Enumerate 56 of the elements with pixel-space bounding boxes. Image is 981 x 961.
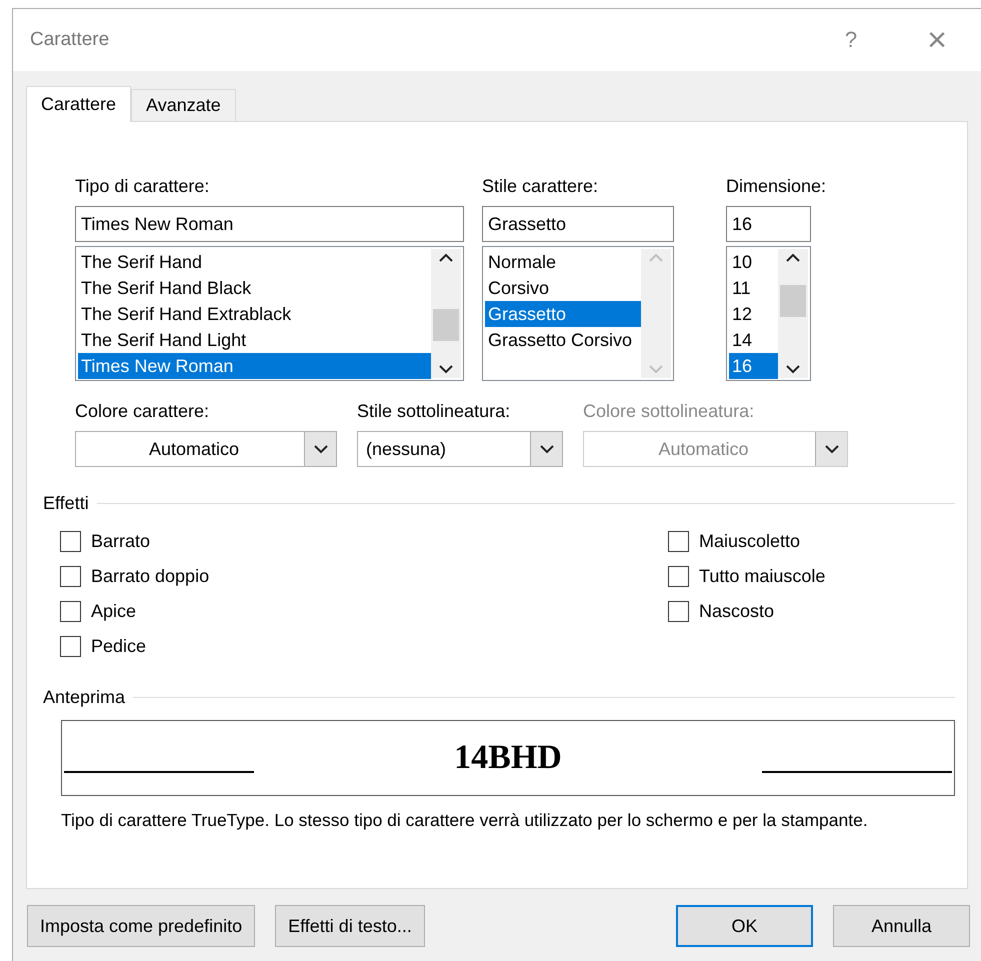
- field-label: Stile carattere:: [482, 176, 598, 198]
- field-label: Colore sottolineatura:: [583, 401, 754, 423]
- checkbox-option[interactable]: Tutto maiuscole: [668, 565, 955, 587]
- list-item[interactable]: Corsivo: [485, 275, 641, 301]
- list-item[interactable]: Normale: [485, 249, 641, 275]
- checkbox-option[interactable]: Nascosto: [668, 600, 955, 622]
- preview-text: 14BHD: [454, 739, 562, 777]
- dropdown[interactable]: (nessuna): [357, 431, 563, 467]
- list-item[interactable]: 10: [729, 249, 778, 275]
- list-item[interactable]: 16: [729, 353, 778, 379]
- help-button[interactable]: ?: [834, 29, 868, 51]
- chevron-down-icon[interactable]: [540, 444, 554, 454]
- chevron-down-icon[interactable]: [439, 365, 453, 374]
- input-field[interactable]: Times New Roman: [75, 206, 464, 242]
- close-button[interactable]: ×: [917, 23, 957, 57]
- checkbox-option[interactable]: Barrato doppio: [60, 565, 668, 587]
- field-label: Stile sottolineatura:: [357, 401, 510, 423]
- list-item[interactable]: 11: [729, 275, 778, 301]
- dialog-button[interactable]: Effetti di testo...: [275, 905, 425, 947]
- scroll-thumb[interactable]: [433, 309, 459, 341]
- scroll-bar[interactable]: [431, 249, 461, 378]
- list-item[interactable]: The Serif Hand Light: [78, 327, 431, 353]
- field-label: Colore carattere:: [75, 401, 210, 423]
- chevron-down-icon[interactable]: [314, 444, 328, 454]
- input-field[interactable]: Grassetto: [482, 206, 674, 242]
- checkbox-option[interactable]: Barrato: [60, 530, 668, 552]
- list-item[interactable]: 12: [729, 301, 778, 327]
- section-title: Anteprima: [43, 687, 126, 708]
- input-field[interactable]: 16: [726, 206, 811, 242]
- dialog-button[interactable]: OK: [676, 905, 813, 947]
- font-description: Tipo di carattere TrueType. Lo stesso tipo di carattere verrà utilizzato per lo schermo e per la stampante.: [61, 809, 869, 832]
- scroll-thumb[interactable]: [780, 285, 806, 317]
- list-item[interactable]: 14: [729, 327, 778, 353]
- dialog-button[interactable]: Annulla: [833, 905, 970, 947]
- list-item[interactable]: The Serif Hand Extrablack: [78, 301, 431, 327]
- list-item[interactable]: Grassetto Corsivo: [485, 327, 641, 353]
- checkbox-option[interactable]: Apice: [60, 600, 668, 622]
- chevron-up-icon[interactable]: [439, 253, 453, 262]
- list-item[interactable]: The Serif Hand Black: [78, 275, 431, 301]
- tab[interactable]: Avanzate: [131, 89, 236, 121]
- field-label: Dimensione:: [726, 176, 826, 198]
- list-item[interactable]: Times New Roman: [78, 353, 431, 379]
- chevron-down-icon[interactable]: [824, 444, 838, 454]
- field-label: Tipo di carattere:: [75, 176, 210, 198]
- list-item[interactable]: The Serif Hand: [78, 249, 431, 275]
- section-title: Effetti: [43, 493, 89, 514]
- dialog-button[interactable]: Imposta come predefinito: [27, 905, 256, 947]
- dropdown[interactable]: Automatico: [75, 431, 337, 467]
- tab[interactable]: Carattere: [26, 86, 132, 122]
- checkbox-option[interactable]: Maiuscoletto: [668, 530, 955, 552]
- scroll-bar[interactable]: [778, 249, 808, 378]
- checkbox-option[interactable]: Pedice: [60, 635, 668, 657]
- list-item[interactable]: Grassetto: [485, 301, 641, 327]
- chevron-down-icon[interactable]: [786, 365, 800, 374]
- window-title: Carattere: [30, 29, 110, 51]
- chevron-up-icon[interactable]: [786, 253, 800, 262]
